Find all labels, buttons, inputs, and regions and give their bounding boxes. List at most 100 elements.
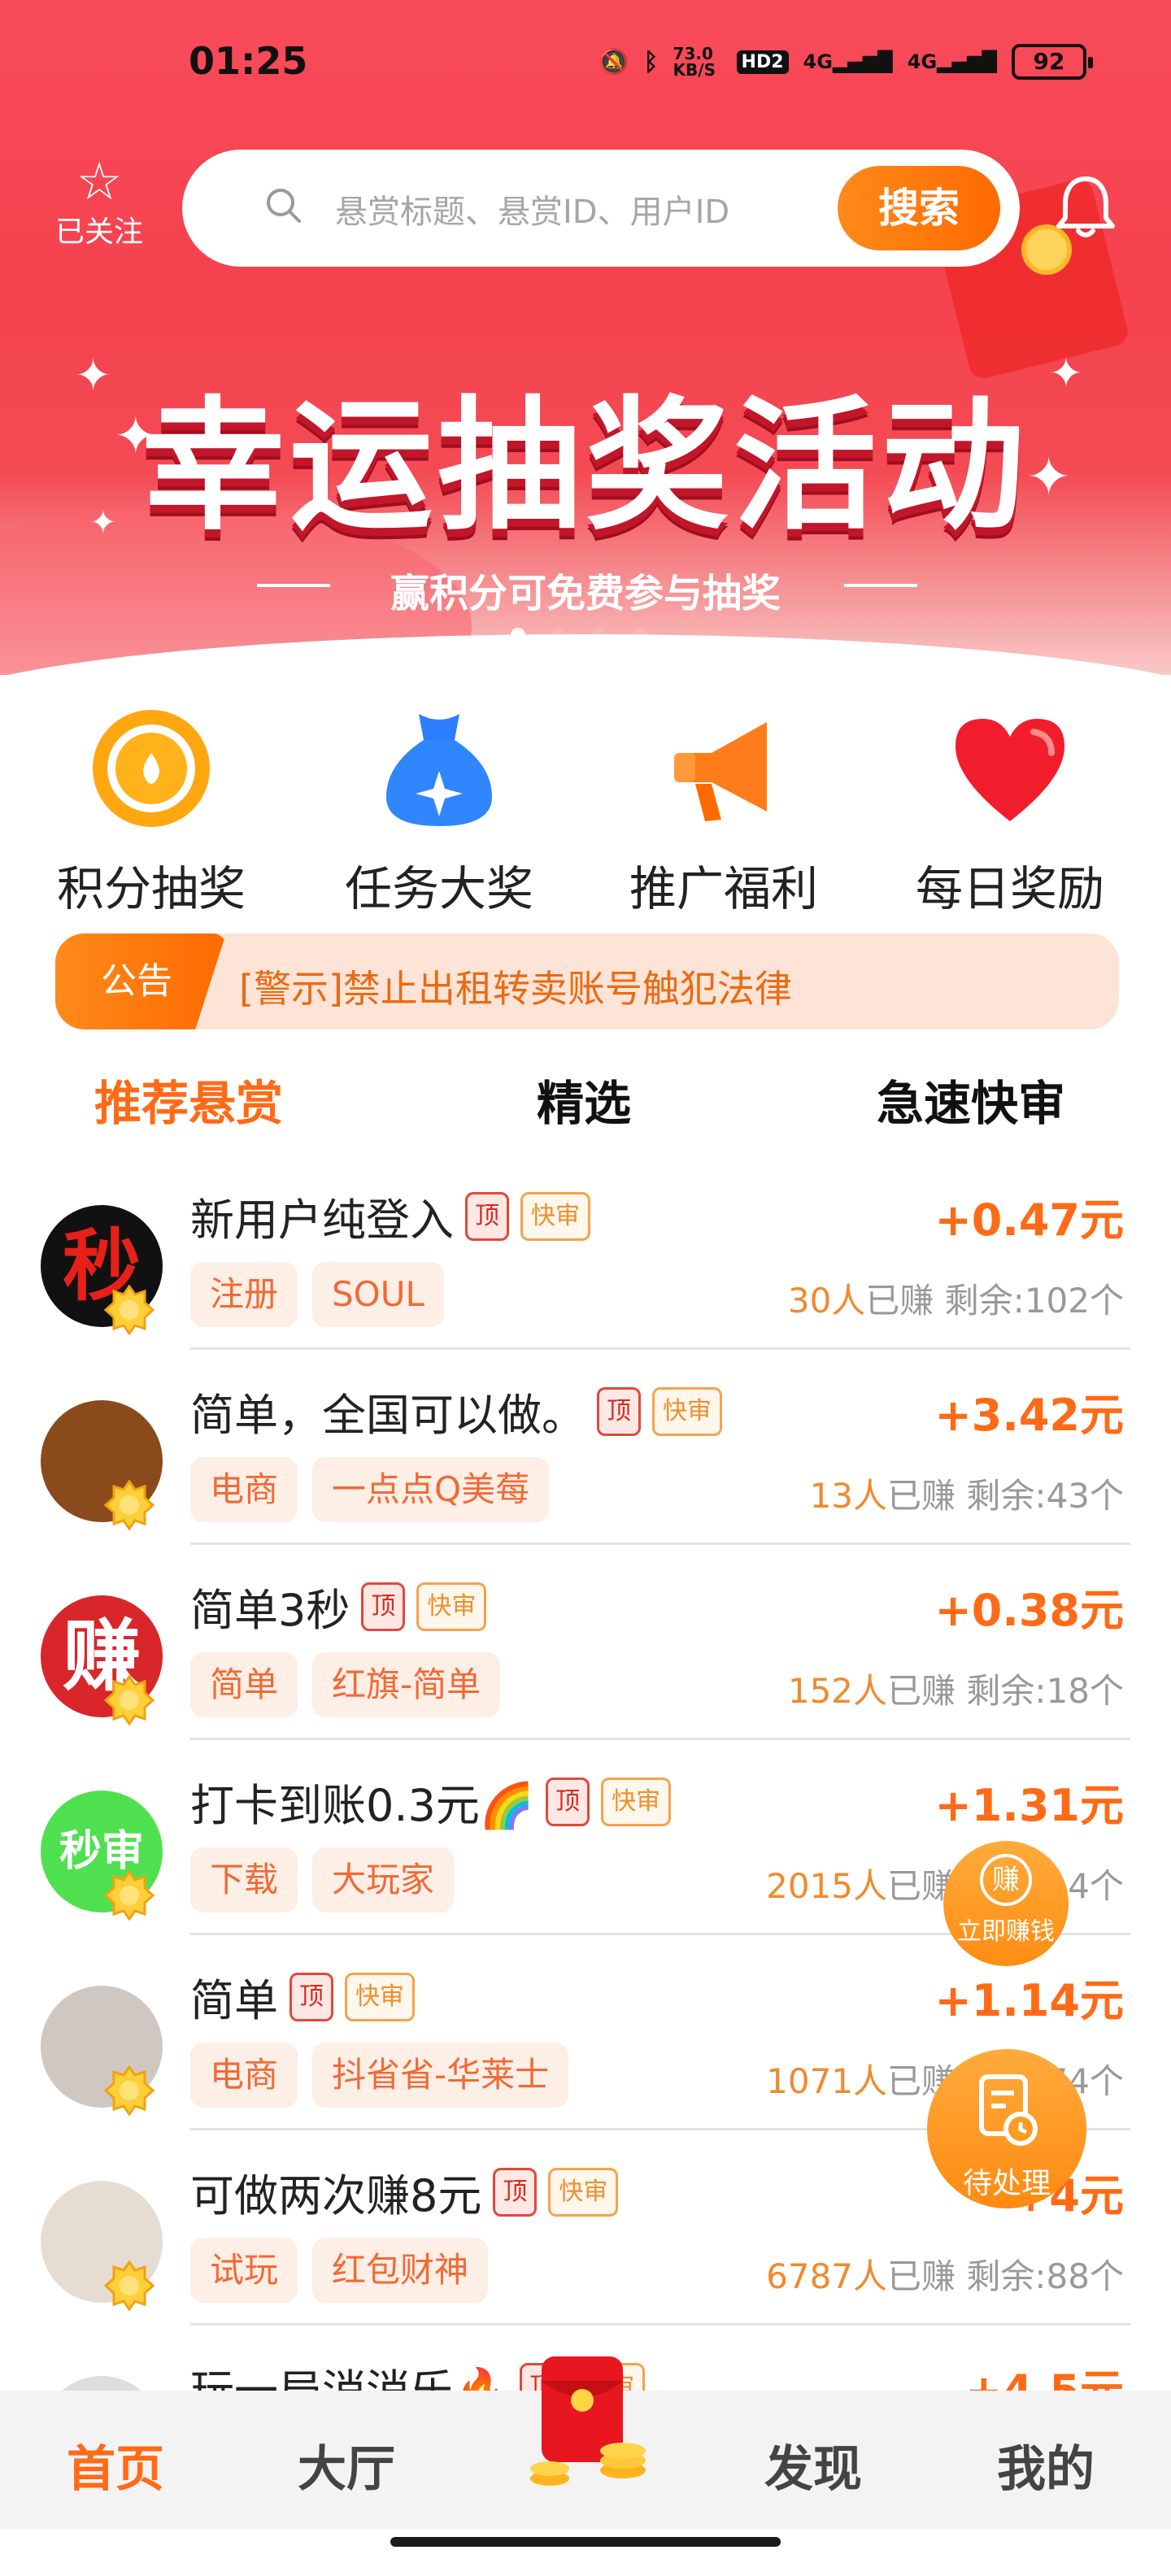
task-stats: 6787人已赚 剩余:88个 xyxy=(766,2249,1124,2299)
pending-button[interactable]: 待处理 xyxy=(927,2049,1086,2208)
task-tag: 简单 xyxy=(190,1652,298,1717)
announcement-tag: 公告 xyxy=(55,933,226,1029)
vip-medal-icon xyxy=(104,1675,155,1725)
earned-count: 6787人 xyxy=(766,2256,888,2296)
arrow-right-decoration xyxy=(844,584,917,587)
money-bag-icon xyxy=(386,714,492,826)
earned-count: 152人 xyxy=(787,1671,888,1711)
task-title: 可做两次赚8元 xyxy=(190,2170,482,2221)
hd-icon: HD2 xyxy=(736,50,789,74)
nav-home[interactable]: 首页 xyxy=(67,2430,164,2500)
banner-subtitle: 赢积分可免费参与抽奖 xyxy=(390,571,781,616)
announcement-bar[interactable]: 公告 [警示]禁止出租转卖账号触犯法律 xyxy=(55,933,1119,1029)
task-tag: 一点点Q美莓 xyxy=(312,1457,550,1522)
quick-action-label: 每日奖励 xyxy=(915,861,1104,916)
task-title-row: 可做两次赚8元顶快审 xyxy=(190,2160,619,2224)
earn-now-button[interactable]: 赚 立即赚钱 xyxy=(943,1841,1069,1966)
task-title: 简单 xyxy=(190,1975,278,2026)
status-bar: 01:25 🔕 ᛒ 73.0 KB/S HD2 4G▂▄▆█ 4G▂▄▆█ 92 xyxy=(0,33,1171,98)
task-reward: +0.38元 xyxy=(934,1585,1124,1636)
follow-button[interactable]: ☆ 已关注 xyxy=(50,156,148,250)
follow-label: 已关注 xyxy=(54,215,143,249)
task-tags: 下载 大玩家 xyxy=(190,1847,455,1912)
task-row[interactable]: 秒新用户纯登入顶快审 +0.47元 注册 SOUL 30人已赚 剩余:102个 xyxy=(0,1155,1171,1350)
remaining-count: 剩余:88个 xyxy=(966,2256,1124,2296)
pinned-badge: 顶 xyxy=(465,1191,509,1241)
pinned-badge: 顶 xyxy=(361,1582,406,1631)
task-tags: 电商 一点点Q美莓 xyxy=(190,1457,550,1522)
drop-coin-icon xyxy=(93,710,210,827)
quick-action-promotion[interactable]: 推广福利 xyxy=(602,707,846,919)
status-icons: 🔕 ᛒ 73.0 KB/S HD2 4G▂▄▆█ 4G▂▄▆█ 92 xyxy=(599,44,1093,80)
task-tag: 电商 xyxy=(190,1457,298,1522)
fast-review-badge: 快审 xyxy=(520,1191,590,1241)
earned-suffix: 已赚 xyxy=(887,1476,956,1516)
arrow-left-decoration xyxy=(257,584,330,587)
home-indicator[interactable] xyxy=(390,2537,781,2547)
search-bar[interactable]: 悬赏标题、悬赏ID、用户ID 搜索 xyxy=(182,150,1020,267)
nav-discover[interactable]: 发现 xyxy=(764,2430,862,2500)
megaphone-icon xyxy=(674,722,767,821)
task-tags: 注册 SOUL xyxy=(190,1262,444,1327)
tab-quick-review[interactable]: 急速快审 xyxy=(877,1065,1065,1134)
task-tag: 红旗-简单 xyxy=(312,1652,501,1717)
task-title-row: 简单3秒顶快审 xyxy=(190,1574,487,1638)
quick-actions: 积分抽奖 任务大奖 推广福利 每日奖励 xyxy=(0,707,1171,916)
task-tags: 电商 抖省省-华莱士 xyxy=(190,2043,569,2108)
search-button[interactable]: 搜索 xyxy=(838,166,1000,250)
app-screen: 01:25 🔕 ᛒ 73.0 KB/S HD2 4G▂▄▆█ 4G▂▄▆█ 92… xyxy=(0,0,1171,2576)
task-tag: 试玩 xyxy=(190,2238,298,2303)
heart-icon xyxy=(956,719,1064,821)
quick-action-task-prize[interactable]: 任务大奖 xyxy=(317,707,561,919)
announcement-text[interactable]: [警示]禁止出租转卖账号触犯法律 xyxy=(239,959,792,1013)
earn-icon: 赚 xyxy=(980,1854,1032,1906)
task-title-row: 简单顶快审 xyxy=(190,1965,415,2029)
remaining-count: 剩余:18个 xyxy=(966,1671,1124,1711)
signal-icon-1: 4G▂▄▆█ xyxy=(803,50,893,73)
task-reward: +1.14元 xyxy=(934,1975,1124,2026)
nav-mine[interactable]: 我的 xyxy=(997,2430,1095,2500)
tab-recommended[interactable]: 推荐悬赏 xyxy=(94,1065,283,1134)
pinned-badge: 顶 xyxy=(289,1972,333,2021)
task-tag: 注册 xyxy=(190,1262,298,1327)
quick-action-daily-reward[interactable]: 每日奖励 xyxy=(888,707,1132,919)
task-row[interactable]: 简单，全国可以做。顶快审 +3.42元电商 一点点Q美莓 13人已赚 剩余:43个 xyxy=(0,1350,1171,1545)
task-title-row: 新用户纯登入顶快审 xyxy=(190,1184,590,1248)
red-packet-icon[interactable] xyxy=(501,2348,664,2503)
task-stats: 13人已赚 剩余:43个 xyxy=(810,1469,1124,1518)
quick-action-lottery[interactable]: 积分抽奖 xyxy=(29,707,273,919)
net-speed: 73.0 KB/S xyxy=(673,44,716,80)
earned-count: 13人 xyxy=(809,1476,888,1516)
mute-icon: 🔕 xyxy=(599,47,629,76)
fast-review-badge: 快审 xyxy=(652,1386,722,1436)
task-title-row: 打卡到账0.3元🌈 顶快审 xyxy=(190,1769,672,1834)
tab-featured[interactable]: 精选 xyxy=(537,1065,631,1134)
hero-banner[interactable]: 01:25 🔕 ᛒ 73.0 KB/S HD2 4G▂▄▆█ 4G▂▄▆█ 92… xyxy=(0,0,1171,675)
fast-review-badge: 快审 xyxy=(548,2167,619,2217)
pending-label: 待处理 xyxy=(962,2167,1051,2200)
vip-medal-icon xyxy=(104,2261,155,2311)
task-tag: 大玩家 xyxy=(312,1847,455,1912)
earned-count: 1071人 xyxy=(766,2061,888,2101)
battery-icon: 92 xyxy=(1012,44,1093,80)
task-stats: 152人已赚 剩余:18个 xyxy=(788,1664,1124,1713)
search-input[interactable]: 悬赏标题、悬赏ID、用户ID xyxy=(335,185,729,233)
banner-title: 幸运抽奖活动 xyxy=(141,383,1030,550)
task-row[interactable]: 赚简单3秒顶快审 +0.38元 简单 红旗-简单 152人已赚 剩余:18个 xyxy=(0,1545,1171,1740)
nav-hall[interactable]: 大厅 xyxy=(298,2430,395,2500)
task-tag: 下载 xyxy=(190,1847,298,1912)
task-title-row: 简单，全国可以做。顶快审 xyxy=(190,1379,722,1443)
star-icon: ☆ xyxy=(76,152,123,212)
task-reward: +3.42元 xyxy=(934,1390,1124,1441)
bell-icon[interactable] xyxy=(1049,171,1122,244)
task-tags: 简单 红旗-简单 xyxy=(190,1652,501,1717)
quick-action-label: 推广福利 xyxy=(629,861,818,916)
document-clock-icon xyxy=(979,2074,1038,2146)
task-title: 新用户纯登入 xyxy=(190,1194,454,1246)
fast-review-badge: 快审 xyxy=(601,1777,672,1826)
earned-suffix: 已赚 xyxy=(887,1671,956,1711)
task-tabs: 推荐悬赏 精选 急速快审 xyxy=(0,1057,1171,1138)
task-tag: 电商 xyxy=(190,2043,298,2108)
remaining-count: 剩余:43个 xyxy=(966,1476,1124,1516)
bluetooth-icon: ᛒ xyxy=(643,47,659,76)
